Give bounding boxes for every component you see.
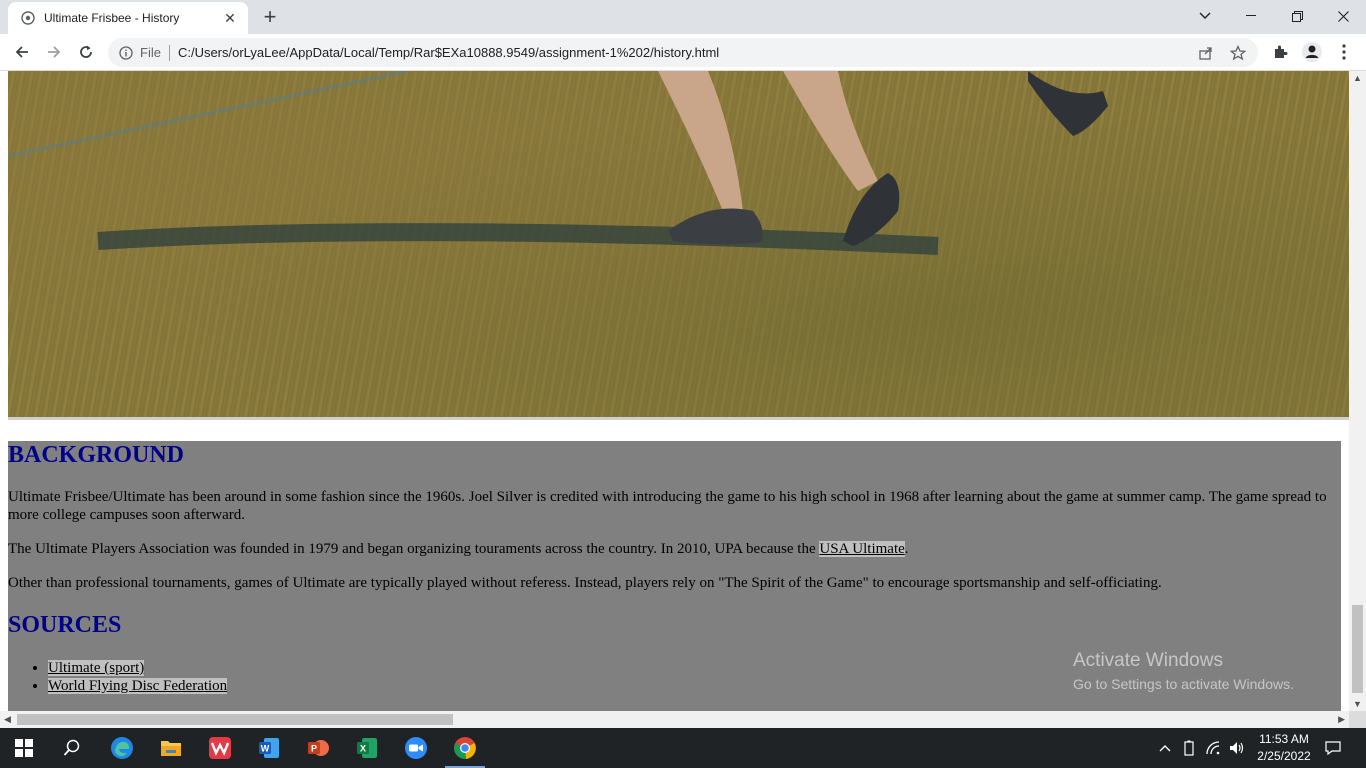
usa-ultimate-link[interactable]: USA Ultimate — [819, 541, 905, 557]
url-scheme: File — [140, 45, 161, 60]
show-hidden-icons-chevron-icon[interactable] — [1154, 728, 1176, 768]
source-link-wfdf[interactable]: World Flying Disc Federation — [48, 678, 228, 694]
watermark-title: Activate Windows — [1073, 650, 1223, 671]
taskbar-clock[interactable]: 11:53 AM 2/25/2022 — [1246, 731, 1322, 765]
tab-title: Ultimate Frisbee - History — [44, 11, 180, 25]
share-icon[interactable] — [1194, 41, 1218, 65]
tab-strip: Ultimate Frisbee - History ✕ + — [0, 0, 1366, 34]
powerpoint-icon[interactable]: P — [294, 728, 342, 768]
tab-search-chevron-icon[interactable] — [1182, 0, 1228, 32]
paragraph-2-end: . — [904, 541, 909, 557]
scroll-down-arrow-icon[interactable]: ▼ — [1353, 699, 1362, 709]
edge-browser-icon[interactable] — [98, 728, 146, 768]
notifications-icon[interactable] — [1322, 728, 1344, 768]
reload-icon[interactable] — [72, 38, 100, 66]
battery-icon[interactable] — [1178, 728, 1200, 768]
menu-kebab-icon[interactable] — [1330, 38, 1358, 66]
restore-button[interactable] — [1274, 0, 1320, 32]
browser-tab[interactable]: Ultimate Frisbee - History ✕ — [8, 2, 248, 34]
wps-office-icon[interactable] — [196, 728, 244, 768]
background-paragraph-3: Other than professional tournaments, gam… — [8, 575, 1162, 591]
scroll-left-arrow-icon[interactable]: ◀ — [4, 714, 11, 725]
background-paragraph-1: Ultimate Frisbee/Ultimate has been aroun… — [8, 489, 1327, 523]
back-arrow-icon[interactable] — [8, 38, 36, 66]
bookmark-star-icon[interactable] — [1226, 41, 1250, 65]
address-divider — [168, 44, 170, 61]
page-viewport: BACKGROUND Ultimate Frisbee/Ultimate has… — [0, 71, 1349, 711]
zoom-icon[interactable] — [392, 728, 440, 768]
close-tab-icon[interactable]: ✕ — [222, 10, 238, 26]
watermark-subtitle: Go to Settings to activate Windows. — [1073, 676, 1294, 692]
minimize-button[interactable] — [1228, 0, 1274, 32]
search-icon[interactable] — [48, 728, 96, 768]
address-bar[interactable]: File C:/Users/orLyaLee/AppData/Local/Tem… — [108, 38, 1258, 67]
profile-avatar-icon[interactable] — [1298, 38, 1326, 66]
clock-date: 2/25/2022 — [1257, 749, 1311, 763]
url-text[interactable]: C:/Users/orLyaLee/AppData/Local/Temp/Rar… — [178, 45, 719, 60]
close-window-button[interactable] — [1320, 0, 1366, 32]
volume-icon[interactable] — [1226, 728, 1248, 768]
windows-start-icon[interactable] — [0, 728, 48, 768]
windows-taskbar: W P X 11:53 AM 2/25/2022 — [0, 728, 1366, 768]
scroll-right-arrow-icon[interactable]: ▶ — [1338, 714, 1345, 725]
excel-icon[interactable]: X — [343, 728, 391, 768]
vertical-scrollbar[interactable]: ▲ ▼ — [1349, 71, 1366, 711]
hero-image-border — [8, 417, 1349, 420]
globe-icon — [20, 10, 36, 26]
info-icon[interactable] — [118, 45, 134, 61]
forward-arrow-icon[interactable] — [40, 38, 68, 66]
activate-windows-watermark: Activate Windows Go to Settings to activ… — [1073, 650, 1294, 692]
svg-text:X: X — [360, 744, 366, 754]
background-heading: BACKGROUND — [8, 442, 185, 468]
svg-text:W: W — [261, 744, 270, 754]
new-tab-button[interactable]: + — [258, 4, 282, 29]
vertical-scroll-thumb[interactable] — [1352, 605, 1363, 693]
file-explorer-icon[interactable] — [147, 728, 195, 768]
word-icon[interactable]: W — [245, 728, 293, 768]
scrollbar-corner — [1349, 711, 1366, 728]
horizontal-scroll-thumb[interactable] — [17, 714, 453, 725]
sources-list: Ultimate (sport) World Flying Disc Feder… — [8, 659, 228, 695]
horizontal-scrollbar[interactable]: ◀ ▶ — [0, 711, 1349, 728]
chrome-icon[interactable] — [441, 728, 489, 768]
scroll-up-arrow-icon[interactable]: ▲ — [1353, 73, 1362, 83]
clock-time: 11:53 AM — [1259, 732, 1309, 746]
extensions-puzzle-icon[interactable] — [1266, 38, 1294, 66]
paragraph-2-text: The Ultimate Players Association was fou… — [8, 541, 820, 557]
list-item: World Flying Disc Federation — [48, 677, 228, 695]
list-item: Ultimate (sport) — [48, 659, 227, 677]
background-paragraph-2: The Ultimate Players Association was fou… — [8, 540, 1338, 558]
source-link-ultimate-sport[interactable]: Ultimate (sport) — [48, 660, 145, 676]
svg-text:P: P — [311, 744, 317, 754]
sources-heading: SOURCES — [8, 612, 122, 638]
browser-toolbar: File C:/Users/orLyaLee/AppData/Local/Tem… — [0, 34, 1366, 71]
wifi-icon[interactable] — [1202, 728, 1224, 768]
hero-image-grass-field — [8, 71, 1349, 417]
